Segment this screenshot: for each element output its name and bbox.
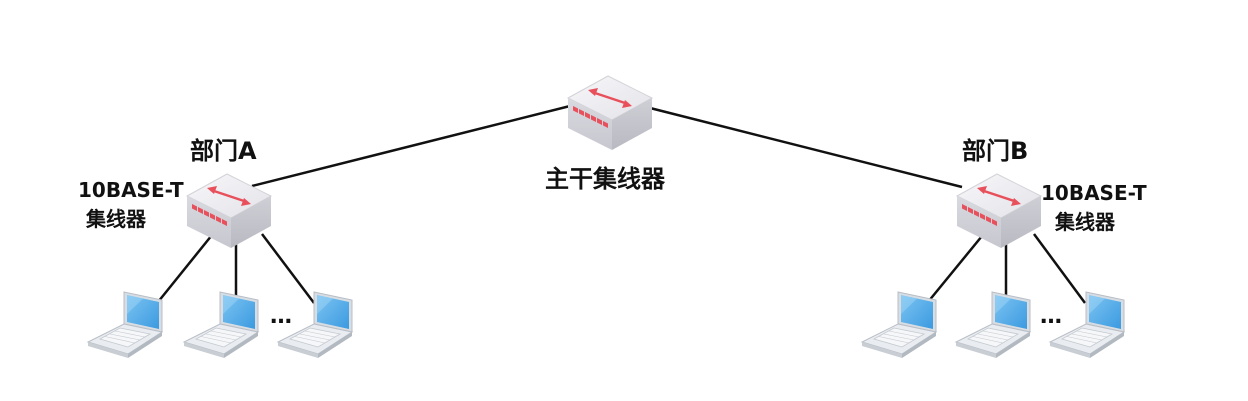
dept-b-hub-name-label: 集线器	[1055, 210, 1115, 234]
dept-b-more-computers: …	[1040, 304, 1063, 329]
dept-b-hub-type-label: 10BASE-T	[1041, 181, 1147, 205]
link-backbone-to-dept-b	[649, 106, 963, 189]
dept-a-hub-name-label: 集线器	[86, 207, 146, 231]
link-hub-b-to-laptop-3	[1032, 233, 1087, 304]
dept-b-laptop-2-icon	[955, 291, 1031, 359]
backbone-hub-icon	[566, 74, 654, 152]
link-dept-a-to-backbone	[251, 102, 579, 188]
dept-a-laptop-2-icon	[183, 291, 259, 359]
dept-b-hub-icon	[955, 172, 1043, 250]
link-hub-a-to-laptop-3	[261, 233, 315, 304]
link-hub-b-to-laptop-1	[927, 235, 983, 303]
dept-b-laptop-1-icon	[861, 291, 937, 359]
dept-a-laptop-1-icon	[87, 291, 163, 359]
dept-b-label: 部门B	[962, 137, 1029, 165]
backbone-hub-label: 主干集线器	[545, 165, 665, 193]
dept-a-label: 部门A	[190, 137, 257, 165]
link-hub-a-to-laptop-1	[157, 234, 213, 303]
dept-a-more-computers: …	[270, 304, 293, 329]
dept-a-hub-type-label: 10BASE-T	[78, 178, 184, 202]
